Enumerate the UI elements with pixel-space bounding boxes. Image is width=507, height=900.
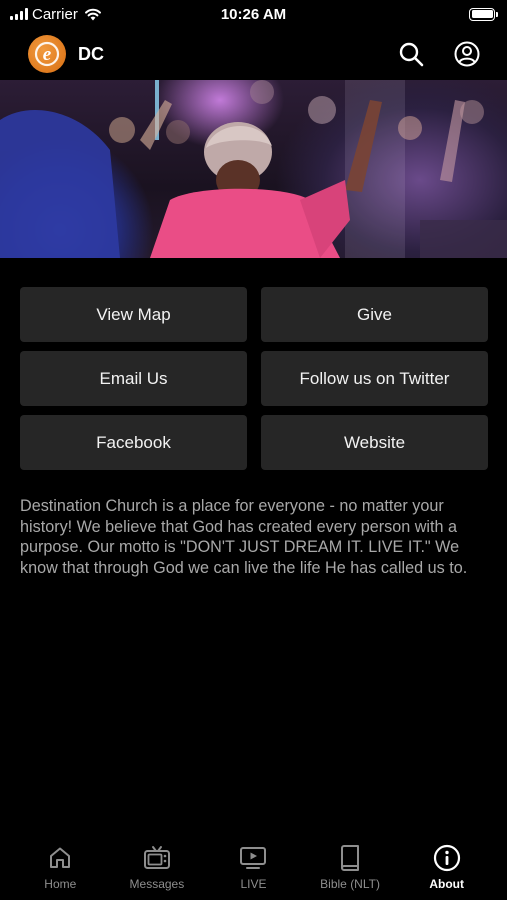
twitter-button[interactable]: Follow us on Twitter (261, 351, 488, 406)
nav-actions (397, 40, 481, 68)
give-button[interactable]: Give (261, 287, 488, 342)
app-screen: Carrier 10:26 AM e DC View Map Give Emai… (0, 0, 507, 900)
search-icon[interactable] (397, 40, 425, 68)
battery-icon (469, 7, 498, 21)
tab-messages-label: Messages (129, 877, 185, 891)
play-screen-icon (239, 844, 267, 872)
tv-icon (143, 844, 171, 872)
view-map-button[interactable]: View Map (20, 287, 247, 342)
action-buttons: View Map Give Email Us Follow us on Twit… (20, 287, 488, 470)
logo-letter: e (43, 44, 52, 65)
tab-bar: Home Messages LIVE Bible (NLT) About (0, 840, 507, 900)
status-bar: Carrier 10:26 AM (0, 0, 507, 28)
church-description: Destination Church is a place for everyo… (20, 497, 468, 577)
account-icon[interactable] (453, 40, 481, 68)
signal-icon (10, 8, 28, 20)
app-title: DC (78, 43, 104, 64)
tab-bible[interactable]: Bible (NLT) (306, 840, 394, 891)
tab-live-label: LIVE (240, 877, 267, 891)
website-button[interactable]: Website (261, 415, 488, 470)
tab-live[interactable]: LIVE (209, 840, 297, 891)
tab-home[interactable]: Home (16, 840, 104, 891)
carrier-label: Carrier (32, 5, 78, 23)
tab-bible-label: Bible (NLT) (320, 877, 380, 891)
wifi-icon (84, 8, 102, 21)
status-left: Carrier (10, 6, 102, 23)
email-us-button[interactable]: Email Us (20, 351, 247, 406)
tab-about-label: About (429, 877, 464, 891)
hero-image (0, 80, 507, 258)
tab-messages[interactable]: Messages (113, 840, 201, 891)
tab-about[interactable]: About (403, 840, 491, 891)
info-icon (433, 844, 461, 872)
facebook-button[interactable]: Facebook (20, 415, 247, 470)
book-icon (336, 844, 364, 872)
nav-bar: e DC (0, 28, 507, 80)
home-icon (46, 844, 74, 872)
tab-home-label: Home (44, 877, 77, 891)
app-logo[interactable]: e (28, 35, 66, 73)
